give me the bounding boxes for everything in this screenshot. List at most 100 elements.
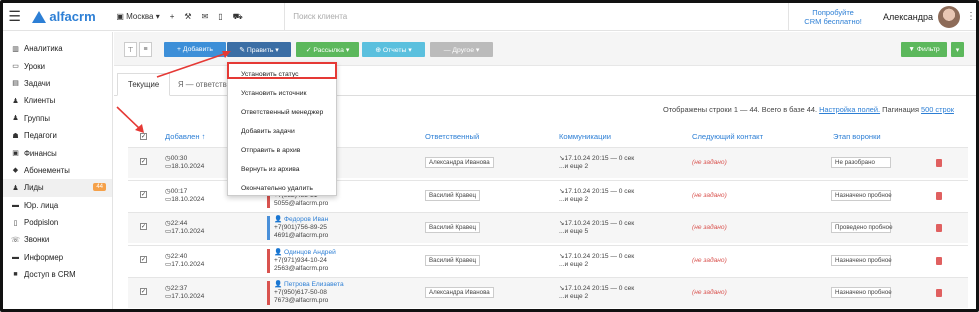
stage-select[interactable]: Назначено пробное bbox=[831, 287, 892, 298]
dropdown-item[interactable]: Вернуть из архива bbox=[228, 160, 336, 179]
lock-icon: ■ bbox=[13, 271, 18, 279]
more-vertical-icon[interactable]: ⋮ bbox=[966, 11, 976, 22]
sidebar-item[interactable]: ♟ Клиенты bbox=[3, 92, 112, 109]
pager-summary: Отображены строки 1 — 44. Всего в базе 4… bbox=[663, 105, 818, 114]
row-checkbox[interactable]: ✓ bbox=[140, 288, 147, 295]
sidebar-item-label: Звонки bbox=[24, 235, 50, 245]
view-list-icon[interactable]: ≡ bbox=[139, 42, 152, 57]
dropdown-item[interactable]: Добавить задачи bbox=[228, 122, 336, 141]
header-responsible[interactable]: Ответственный bbox=[425, 132, 479, 141]
responsible-select[interactable]: Александра Иванова bbox=[425, 157, 494, 168]
added-date: ▭17.10.2024 bbox=[165, 228, 205, 235]
next-contact: (не задано) bbox=[692, 159, 727, 166]
trash-icon[interactable] bbox=[936, 289, 942, 297]
search-input[interactable]: Поиск клиента bbox=[284, 3, 790, 31]
contact-cell: 👤 Федоров Иван +7(901)756-89-25 4691@alfac… bbox=[267, 216, 328, 240]
sidebar-item[interactable]: ▥ Аналитика bbox=[3, 40, 112, 57]
menu-icon[interactable]: ☰ bbox=[3, 3, 26, 31]
sidebar-item[interactable]: ▬ Информер bbox=[3, 249, 112, 266]
responsible-select[interactable]: Василий Кравец bbox=[425, 189, 481, 201]
sidebar-item[interactable]: ☏ Звонки bbox=[3, 231, 112, 248]
table-row[interactable]: ✓ ◷22:40 ▭17.10.2024 👤 Одинцов Андрей +7(971… bbox=[128, 244, 968, 276]
next-contact: (не задано) bbox=[692, 191, 727, 199]
stage-select[interactable]: Не разобрано bbox=[831, 157, 891, 168]
responsible-select[interactable]: Василий Кравец bbox=[425, 254, 481, 266]
table-row[interactable]: ✓ ◷22:37 ▭17.10.2024 👤 Петрова Елизавета +7(… bbox=[128, 277, 968, 308]
mailing-button[interactable]: ✓ Рассылка ▾ bbox=[296, 42, 359, 57]
added-time: ◷22:40 bbox=[165, 252, 188, 260]
contact-name[interactable]: 👤 Петрова Елизавета bbox=[274, 281, 344, 289]
other-button[interactable]: — Другое ▾ bbox=[430, 42, 493, 57]
sidebar-item[interactable]: ☗ Педагоги bbox=[3, 127, 112, 144]
contact-name[interactable]: 👤 Одинцов Андрей bbox=[274, 249, 336, 257]
filter-button[interactable]: ▼ Фильтр bbox=[901, 42, 947, 57]
sidebar-item[interactable]: ■ Доступ в CRM bbox=[3, 266, 112, 283]
contact-name[interactable]: 👤 Федоров Иван bbox=[274, 216, 328, 224]
added-time: ◷22:37 bbox=[165, 285, 188, 292]
cart-icon[interactable]: ⛟ bbox=[233, 12, 243, 22]
trash-icon[interactable] bbox=[936, 159, 942, 167]
city-selector[interactable]: ▣ Москва ▾ bbox=[116, 12, 159, 21]
dropdown-item[interactable]: Установить источник bbox=[228, 84, 336, 103]
contact-phone: +7(950)617-50-08 bbox=[274, 289, 327, 296]
added-cell: ◷00:17 ▭18.10.2024 bbox=[165, 188, 204, 204]
trash-icon[interactable] bbox=[936, 191, 942, 200]
mail-icon[interactable]: ✉ bbox=[202, 12, 209, 21]
reports-button[interactable]: ⊕ Отчеты ▾ bbox=[362, 42, 425, 57]
sidebar-item[interactable]: ▭ Уроки bbox=[3, 57, 112, 74]
dropdown-item[interactable]: Ответственный менеджер bbox=[228, 103, 336, 122]
communications-cell: ↘17.10.24 20:15 — 0 сек ...и еще 5 bbox=[559, 220, 634, 236]
stage-select[interactable]: Проведено пробное bbox=[831, 222, 893, 233]
dropdown-item[interactable]: Отправить в архив bbox=[228, 141, 336, 160]
pagination-link[interactable]: 500 строк bbox=[921, 105, 954, 114]
filter-dropdown-icon[interactable]: ▾ bbox=[951, 42, 964, 57]
table-row[interactable]: ✓ ◷22:44 ▭17.10.2024 👤 Федоров Иван +7(901)7… bbox=[128, 212, 968, 243]
stage-select[interactable]: Назначено пробное bbox=[831, 254, 892, 266]
add-icon[interactable]: + bbox=[170, 12, 175, 21]
contact-cell: 👤 Петрова Елизавета +7(950)617-50-08 7673@… bbox=[267, 281, 344, 305]
communication-more[interactable]: ...и еще 2 bbox=[559, 163, 634, 171]
mobile-icon[interactable]: ▯ bbox=[218, 12, 222, 21]
communication-more[interactable]: ...и еще 2 bbox=[559, 261, 634, 269]
row-checkbox[interactable]: ✓ bbox=[140, 190, 147, 198]
wrench-icon[interactable]: ⚒ bbox=[184, 12, 191, 21]
header-stage[interactable]: Этап воронки bbox=[833, 132, 881, 141]
communication-more[interactable]: ...и еще 2 bbox=[559, 293, 634, 301]
promo-link[interactable]: Попробуйте CRM бесплатно! bbox=[789, 8, 877, 26]
sidebar-item[interactable]: ▬ Юр. лица bbox=[3, 197, 112, 214]
row-checkbox[interactable]: ✓ bbox=[140, 158, 147, 165]
user-menu[interactable]: Александра bbox=[883, 5, 960, 28]
pagination-label: Пагинация bbox=[882, 105, 919, 114]
row-checkbox[interactable]: ✓ bbox=[140, 255, 147, 263]
sign-icon: ▯ bbox=[13, 219, 18, 227]
sidebar-item-label: Аналитика bbox=[24, 44, 63, 54]
sidebar-item[interactable]: ◆ Абонементы bbox=[3, 162, 112, 179]
sidebar-item[interactable]: ♟ Группы bbox=[3, 110, 112, 127]
informer-icon: ▬ bbox=[12, 253, 19, 261]
sidebar-item[interactable]: ▣ Финансы bbox=[3, 144, 112, 161]
added-date: ▭18.10.2024 bbox=[165, 195, 205, 203]
added-cell: ◷22:37 ▭17.10.2024 bbox=[165, 285, 204, 301]
sidebar-item[interactable]: ♟ Лиды 44 bbox=[3, 179, 112, 197]
sidebar-item[interactable]: ▯ Podpislon bbox=[3, 214, 112, 231]
top-bar: ☰ alfacrm ▣ Москва ▾ + ⚒ ✉ ▯ ⛟ Поиск кли… bbox=[3, 3, 976, 31]
header-added[interactable]: Добавлен ↑ bbox=[165, 132, 205, 141]
responsible-select[interactable]: Александра Иванова bbox=[425, 287, 494, 298]
trash-icon[interactable] bbox=[936, 256, 942, 265]
header-communications[interactable]: Коммуникации bbox=[559, 132, 611, 141]
dropdown-item[interactable]: Окончательно удалить bbox=[228, 179, 336, 198]
responsible-select[interactable]: Василий Кравец bbox=[425, 222, 481, 233]
settings-link[interactable]: Настройка полей. bbox=[819, 105, 880, 114]
sidebar-item[interactable]: ▤ Задачи bbox=[3, 75, 112, 92]
tasks-icon: ▤ bbox=[12, 80, 19, 88]
contact-email: 7673@alfacrm.pro bbox=[274, 297, 329, 304]
contact-email: 4691@alfacrm.pro bbox=[274, 232, 329, 239]
header-next-contact[interactable]: Следующий контакт bbox=[692, 132, 763, 141]
row-checkbox[interactable]: ✓ bbox=[140, 223, 147, 230]
communication-more[interactable]: ...и еще 2 bbox=[559, 196, 634, 204]
logo[interactable]: alfacrm bbox=[26, 9, 110, 24]
stage-select[interactable]: Назначено пробное bbox=[831, 189, 892, 201]
communication-more[interactable]: ...и еще 5 bbox=[559, 228, 634, 236]
trash-icon[interactable] bbox=[936, 224, 942, 232]
view-filter-icon[interactable]: ⊤ bbox=[124, 42, 137, 57]
